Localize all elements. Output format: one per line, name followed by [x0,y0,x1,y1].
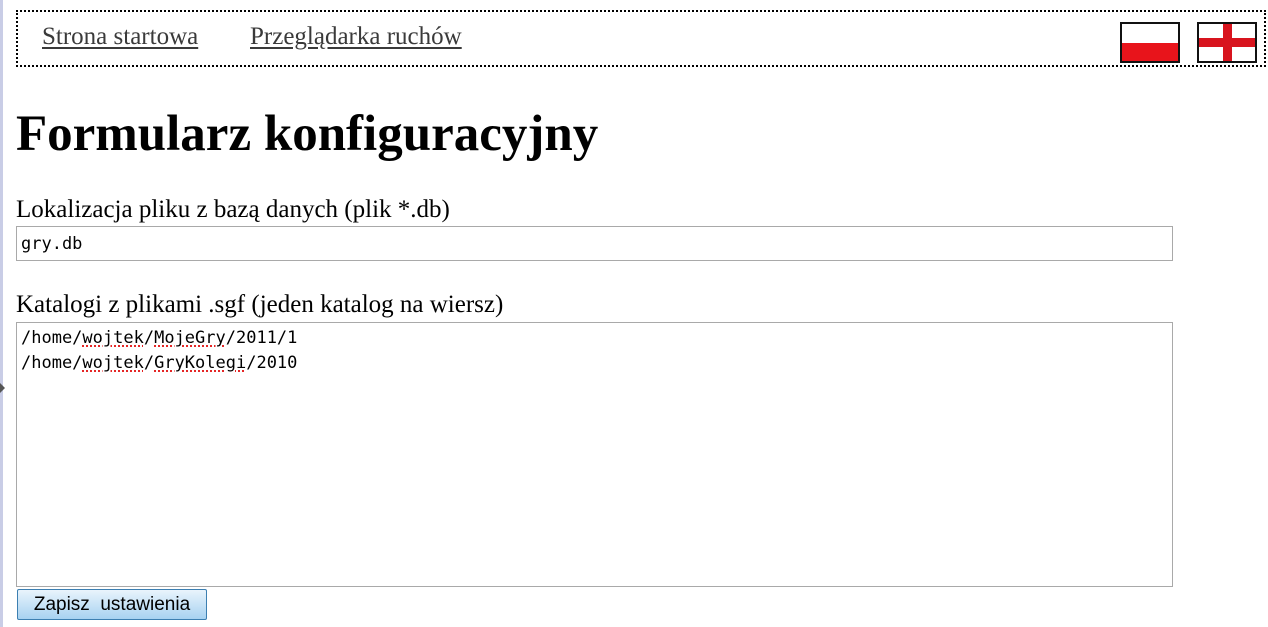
database-location-input[interactable] [16,226,1173,261]
flag-england-icon[interactable] [1197,22,1257,63]
path-segment: / [143,353,155,373]
save-settings-button[interactable]: Zapisz ustawienia [17,589,207,620]
directory-line: /home/wojtek/GryKolegi/2010 [21,351,1168,376]
path-segment: /home/ [21,328,83,348]
path-segment-misspelled: MojeGry [154,328,226,348]
window-left-border [0,0,3,627]
nav-link-home[interactable]: Strona startowa [42,23,198,51]
flag-england-cross-horizontal [1199,38,1255,47]
page-title: Formularz konfiguracyjny [16,106,599,162]
path-segment-misspelled: GryKolegi [154,353,247,373]
path-segment: /2010 [246,353,298,373]
sgf-directories-label: Katalogi z plikami .sgf (jeden katalog n… [16,291,504,318]
path-segment-misspelled: wojtek [82,353,144,373]
flag-poland-red-stripe [1122,42,1178,61]
directory-line: /home/wojtek/MojeGry/2011/1 [21,326,1168,351]
path-segment: /2011/1 [225,328,298,348]
flag-poland-icon[interactable] [1120,22,1180,63]
path-segment: / [143,328,155,348]
sgf-directories-textarea[interactable]: /home/wojtek/MojeGry/2011/1 /home/wojtek… [16,322,1173,587]
database-location-label: Lokalizacja pliku z bazą danych (plik *.… [16,196,450,223]
path-segment: /home/ [21,353,83,373]
path-segment-misspelled: wojtek [82,328,144,348]
navigation-bar: Strona startowa Przeglądarka ruchów [16,10,1266,67]
nav-link-move-browser[interactable]: Przeglądarka ruchów [250,23,462,51]
collapse-arrow-icon [0,383,5,393]
